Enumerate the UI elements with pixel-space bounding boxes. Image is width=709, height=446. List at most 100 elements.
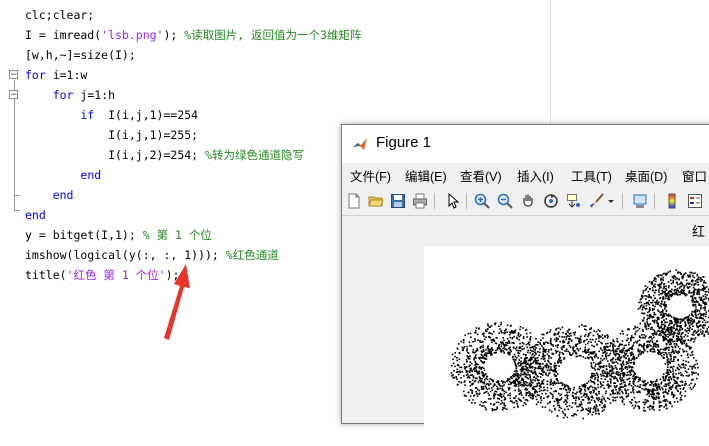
image-pixel: [631, 358, 633, 360]
image-pixel: [590, 362, 592, 364]
code-line-9[interactable]: end: [25, 165, 101, 185]
menu-file[interactable]: 文件(F): [350, 166, 391, 185]
data-cursor-icon[interactable]: [564, 191, 584, 211]
image-pixel: [513, 407, 515, 409]
image-pixel: [491, 347, 493, 349]
image-pixel: [616, 338, 618, 340]
image-pixel: [684, 336, 686, 338]
image-pixel: [569, 329, 571, 331]
image-pixel: [655, 398, 657, 400]
save-icon[interactable]: [388, 191, 408, 211]
image-pixel: [578, 397, 580, 399]
image-pixel: [503, 332, 505, 334]
menu-window[interactable]: 窗口: [682, 166, 707, 185]
figure-canvas[interactable]: 红: [342, 216, 709, 423]
image-pixel: [585, 385, 587, 387]
code-line-6[interactable]: if I(i,j,1)==254: [25, 105, 198, 125]
new-figure-icon[interactable]: [344, 191, 364, 211]
image-pixel: [670, 342, 672, 344]
image-pixel: [550, 382, 552, 384]
image-pixel: [674, 292, 676, 294]
image-pixel: [671, 291, 673, 293]
fold-toggle-for-j[interactable]: −: [9, 90, 18, 99]
image-pixel: [567, 409, 569, 411]
image-pixel: [612, 366, 614, 368]
zoom-in-icon[interactable]: [472, 191, 492, 211]
code-line-3[interactable]: [w,h,~]=size(I);: [25, 45, 136, 65]
plot-title: 红: [692, 221, 705, 240]
image-pixel: [655, 384, 657, 386]
image-pixel: [608, 363, 610, 365]
image-pixel: [543, 387, 545, 389]
image-pixel: [487, 379, 489, 381]
image-pixel: [683, 387, 685, 389]
menu-view[interactable]: 查看(V): [460, 166, 502, 185]
open-file-icon[interactable]: [366, 191, 386, 211]
pan-icon[interactable]: [518, 191, 538, 211]
image-pixel: [646, 302, 648, 304]
image-pixel: [660, 348, 662, 350]
image-pixel: [535, 361, 537, 363]
image-pixel: [696, 325, 698, 327]
image-pixel: [677, 326, 679, 328]
image-pixel: [550, 384, 552, 386]
colorbar-icon[interactable]: [662, 191, 682, 211]
image-pixel: [535, 363, 537, 365]
image-pixel: [605, 376, 607, 378]
menu-edit[interactable]: 编辑(E): [405, 166, 447, 185]
code-line-7[interactable]: I(i,j,1)=255;: [25, 125, 198, 145]
image-pixel: [674, 401, 676, 403]
image-pixel: [645, 327, 647, 329]
code-line-10[interactable]: end: [25, 185, 73, 205]
code-line-1[interactable]: clc;clear;: [25, 5, 94, 25]
menu-tools[interactable]: 工具(T): [571, 166, 612, 185]
code-line-12[interactable]: y = bitget(I,1); % 第 1 个位: [25, 225, 212, 245]
image-pixel: [686, 351, 688, 353]
image-pixel: [580, 348, 582, 350]
code-line-8[interactable]: I(i,j,2)=254; %转为绿色通道隐写: [25, 145, 304, 165]
image-pixel: [611, 376, 613, 378]
image-pixel: [668, 352, 670, 354]
print-icon[interactable]: [410, 191, 430, 211]
image-pixel: [575, 402, 577, 404]
image-pixel: [591, 381, 593, 383]
image-pixel: [622, 340, 624, 342]
image-pixel: [521, 378, 523, 380]
image-pixel: [469, 364, 471, 366]
menu-desktop[interactable]: 桌面(D): [625, 166, 667, 185]
image-pixel: [697, 373, 699, 375]
image-pixel: [654, 351, 656, 353]
menu-insert[interactable]: 插入(I): [517, 166, 554, 185]
image-pixel: [463, 391, 465, 393]
image-pixel: [521, 368, 523, 370]
image-pixel: [676, 282, 678, 284]
image-pixel: [491, 353, 493, 355]
image-pixel: [683, 292, 685, 294]
image-pixel: [655, 281, 657, 283]
image-pixel: [534, 346, 536, 348]
image-pixel: [648, 389, 650, 391]
rotate-3d-icon[interactable]: [541, 191, 561, 211]
code-line-2[interactable]: I = imread('lsb.png'); %读取图片, 返回值为一个3维矩阵: [25, 25, 361, 45]
code-line-11[interactable]: end: [25, 205, 46, 225]
figure-titlebar[interactable]: Figure 1: [342, 125, 709, 163]
zoom-out-icon[interactable]: [495, 191, 515, 211]
figure-window[interactable]: Figure 1 文件(F) 编辑(E) 查看(V) 插入(I) 工具(T) 桌…: [341, 124, 709, 424]
code-line-4[interactable]: for i=1:w: [25, 65, 87, 85]
image-pixel: [626, 375, 628, 377]
brush-icon[interactable]: [587, 191, 607, 211]
image-pixel: [613, 348, 615, 350]
image-pixel: [672, 374, 674, 376]
link-plot-icon[interactable]: [630, 191, 650, 211]
image-pixel: [547, 354, 549, 356]
image-pixel: [490, 398, 492, 400]
pointer-icon[interactable]: [442, 191, 462, 211]
image-pixel: [610, 381, 612, 383]
brush-dropdown-icon[interactable]: [606, 191, 616, 211]
image-pixel: [676, 269, 678, 271]
image-pixel: [697, 326, 699, 328]
fold-toggle-for-i[interactable]: −: [9, 70, 18, 79]
legend-icon[interactable]: [685, 191, 705, 211]
image-pixel: [571, 340, 573, 342]
code-line-5[interactable]: for j=1:h: [25, 85, 115, 105]
